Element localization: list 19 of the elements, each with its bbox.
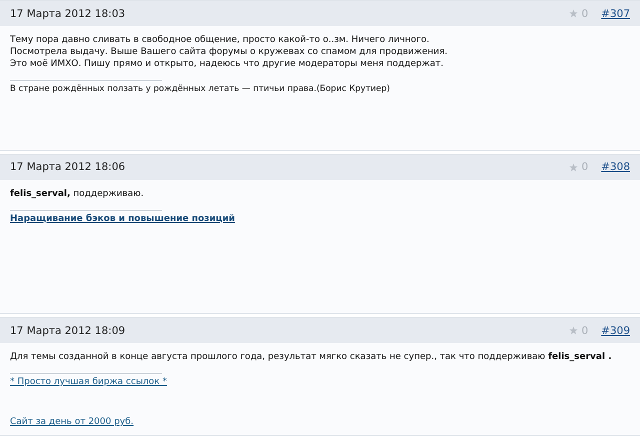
rating-count: 0 <box>581 161 588 174</box>
star-icon[interactable] <box>569 9 578 18</box>
post-date: 17 Марта 2012 18:09 <box>10 324 126 336</box>
star-icon[interactable] <box>569 162 578 172</box>
post-number-link[interactable]: #307 <box>601 8 630 20</box>
rating-count: 0 <box>581 324 588 336</box>
signature-text: В стране рождённых ползать у рождённых летать — птичьи права.(Борис Крутиер) <box>10 84 390 94</box>
signature-link[interactable]: Наращивание бэков и повышение позиций <box>10 214 235 224</box>
post-date: 17 Марта 2012 18:03 <box>10 8 126 20</box>
signature-link[interactable]: Сайт за день от 2000 руб. <box>10 417 134 427</box>
post-date: 17 Марта 2012 18:06 <box>10 161 126 174</box>
rating-count: 0 <box>581 8 588 20</box>
post-message: Для темы созданной в конце августа прошлого года, результат мягко сказать не супер., так что поддерживаю felis_serval . <box>10 351 613 363</box>
star-icon[interactable] <box>569 326 578 335</box>
post-number-link[interactable]: #308 <box>601 161 630 174</box>
signature-link[interactable]: * Просто лучшая биржа ссылок * <box>10 377 167 387</box>
post-message: felis_serval, поддерживаю. <box>10 188 145 200</box>
post-message: Тему пора давно сливать в свободное общение, просто какой-то о..зм. Ничего личного. Посмотрела выдачу. Выше Вашего сайта форумы о кружевах со спамом для продвижения. Это моё ИМХО. Пишу прямо и открыто, надеюсь что другие модераторы меня поддержат. <box>10 34 449 70</box>
post-number-link[interactable]: #309 <box>601 324 630 336</box>
